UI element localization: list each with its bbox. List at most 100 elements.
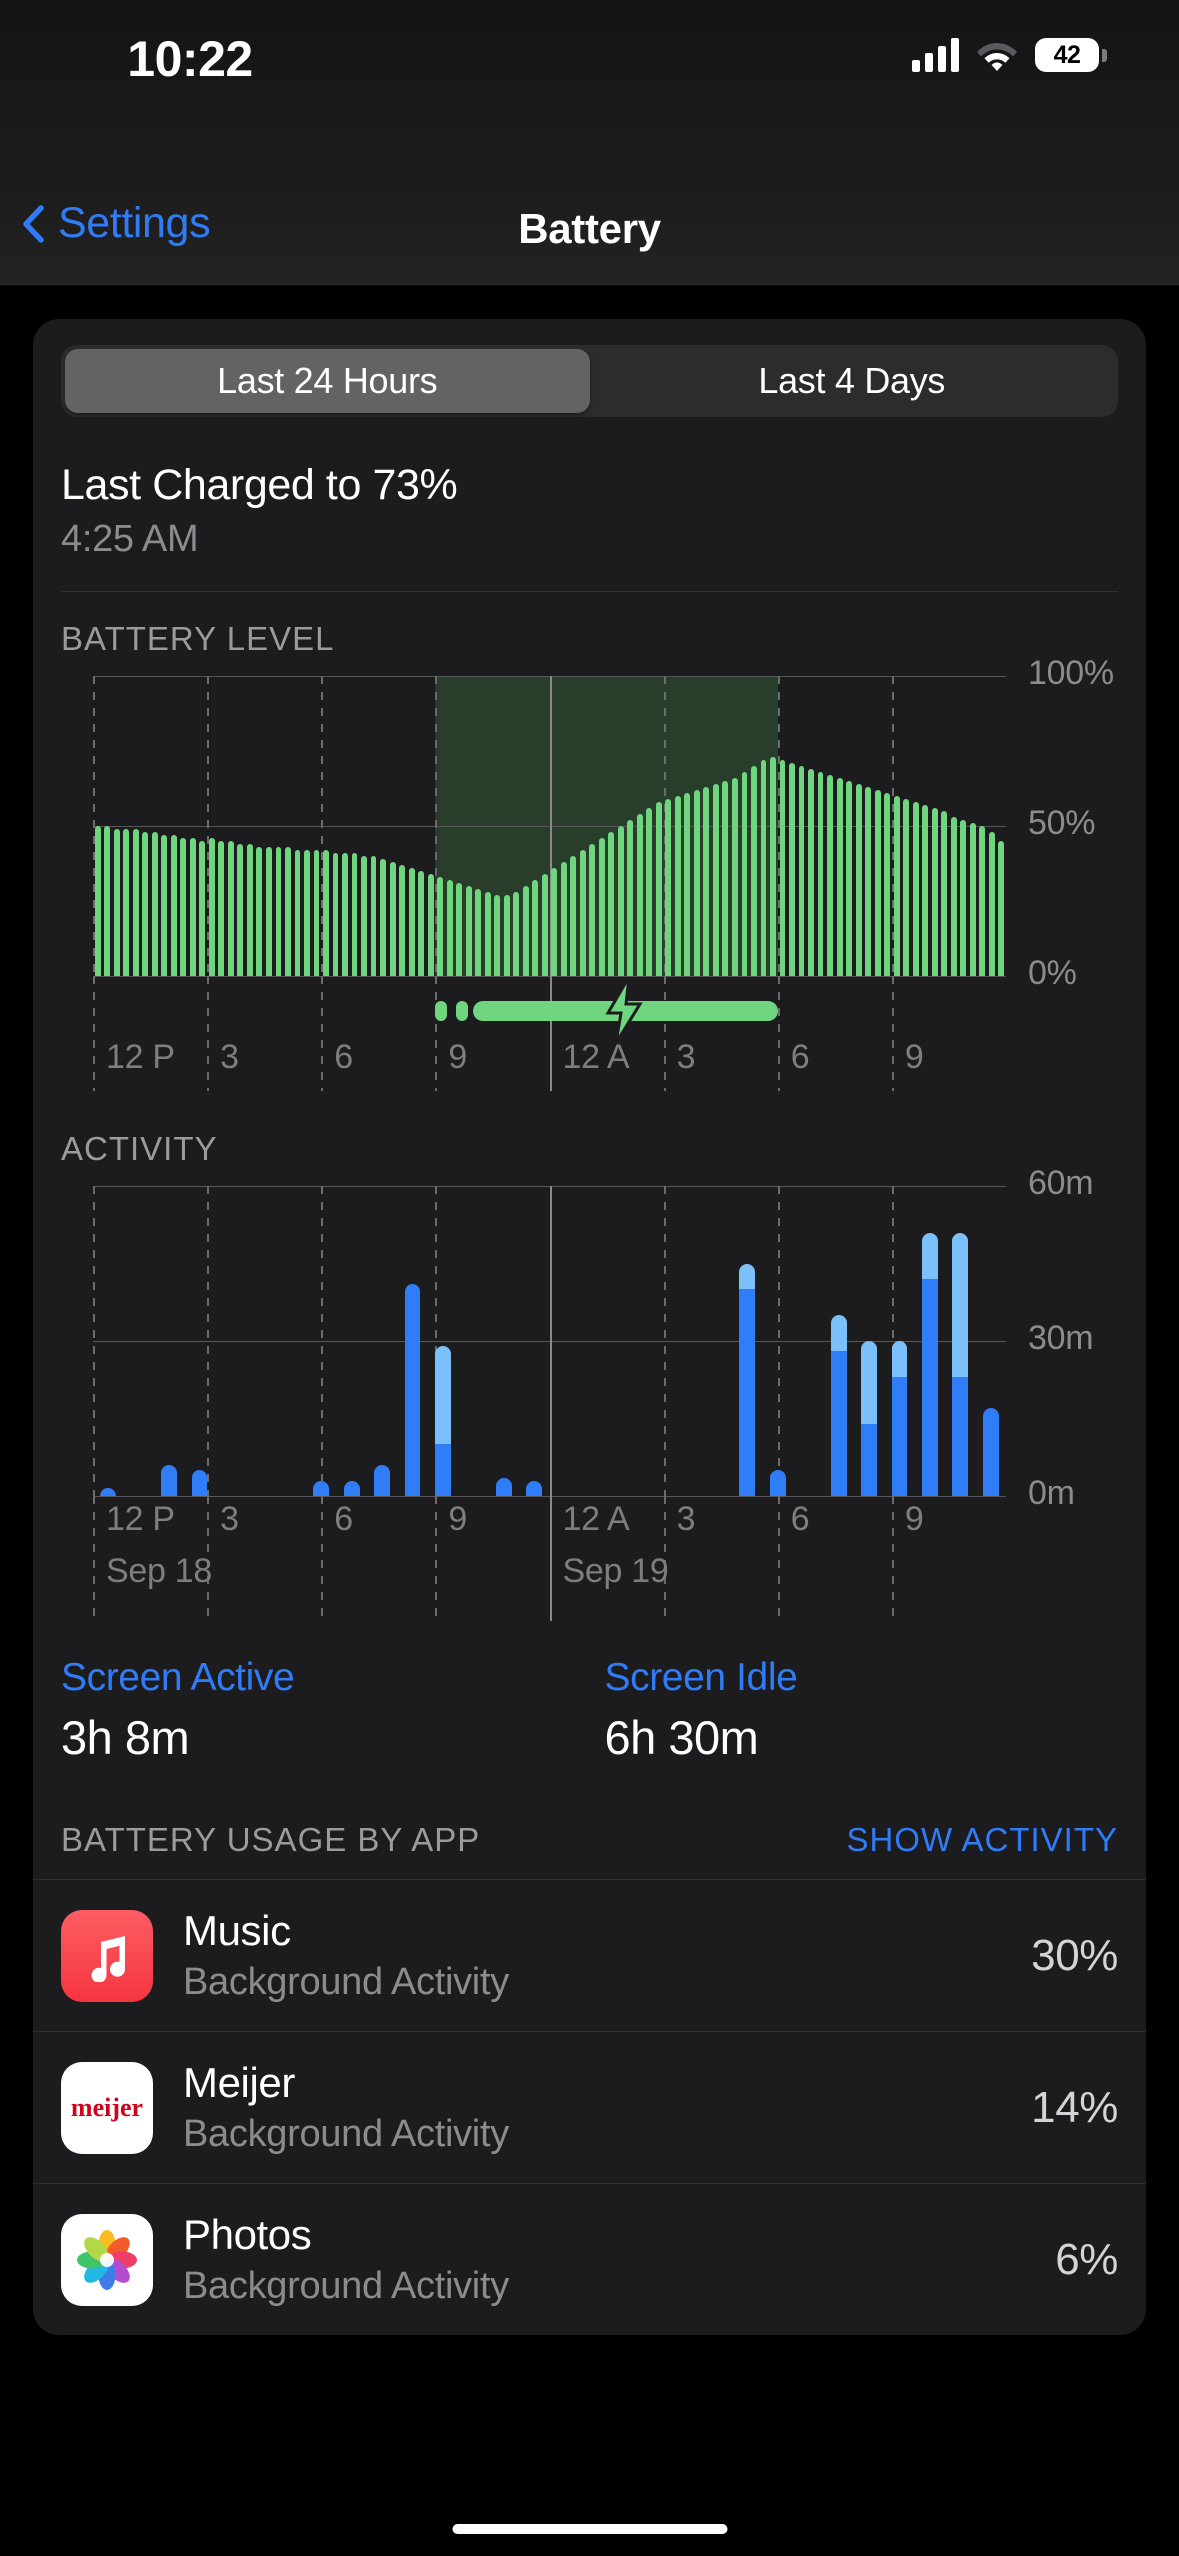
- battery-level-bar: [161, 835, 167, 976]
- battery-level-bar: [589, 844, 595, 976]
- activity-bar-idle: [405, 1284, 421, 1496]
- activity-y-axis-label: 30m: [1028, 1319, 1093, 1358]
- battery-level-bar: [989, 832, 995, 976]
- home-indicator[interactable]: [452, 2524, 727, 2534]
- battery-level-bar: [218, 841, 224, 976]
- battery-level-bar: [903, 799, 909, 976]
- battery-level-bar: [428, 874, 434, 976]
- battery-level-bar: [960, 820, 966, 976]
- activity-x-axis-label: 6: [334, 1500, 353, 1539]
- battery-level-bar: [190, 838, 196, 976]
- app-name: Meijer: [183, 2059, 1031, 2107]
- battery-x-axis-label: 3: [677, 1038, 696, 1077]
- battery-x-axis-label: 3: [220, 1038, 239, 1077]
- battery-level-bar: [856, 784, 862, 976]
- battery-level-bar: [561, 862, 567, 976]
- app-usage-row[interactable]: PhotosBackground Activity6%: [33, 2183, 1146, 2335]
- battery-level-bar: [799, 766, 805, 976]
- app-text-block: MusicBackground Activity: [183, 1907, 1031, 2004]
- app-battery-percent: 30%: [1031, 1931, 1118, 1981]
- battery-usage-title: BATTERY USAGE BY APP: [61, 1821, 480, 1859]
- activity-bar-idle: [100, 1488, 116, 1496]
- battery-icon: 42: [1035, 36, 1107, 74]
- phone-screen: 10:22 42: [0, 0, 1179, 2556]
- activity-section-label: ACTIVITY: [61, 1130, 1146, 1168]
- activity-bar-active: [861, 1341, 877, 1424]
- battery-x-axis-label: 12 P: [106, 1038, 175, 1077]
- app-text-block: PhotosBackground Activity: [183, 2211, 1055, 2308]
- battery-level-bar: [142, 832, 148, 976]
- battery-level-bar: [314, 850, 320, 976]
- navigation-bar: Settings Battery: [0, 175, 1179, 285]
- activity-bar-idle: [313, 1481, 329, 1497]
- gridline-vertical: [778, 1186, 780, 1496]
- battery-level-bar: [637, 814, 643, 976]
- segment-last-24-hours[interactable]: Last 24 Hours: [65, 349, 590, 413]
- page-title: Battery: [0, 205, 1179, 253]
- screen-active-label[interactable]: Screen Active: [61, 1656, 575, 1700]
- battery-level-bar: [913, 802, 919, 976]
- battery-level-bar: [333, 853, 339, 976]
- time-range-segmented-control[interactable]: Last 24 Hours Last 4 Days: [61, 345, 1118, 417]
- screen-active-value: 3h 8m: [61, 1710, 575, 1765]
- activity-x-axis-label: 12 P: [106, 1500, 175, 1539]
- battery-level-bar: [447, 880, 453, 976]
- screen-time-summary: Screen Active 3h 8m Screen Idle 6h 30m: [33, 1656, 1146, 1765]
- gridline-vertical: [435, 976, 437, 1091]
- app-subtitle: Background Activity: [183, 1961, 1031, 2004]
- battery-x-axis-label: 9: [448, 1038, 467, 1077]
- segment-last-4-days[interactable]: Last 4 Days: [590, 349, 1115, 413]
- charging-indicator-segment: [435, 1001, 446, 1021]
- show-activity-button[interactable]: SHOW ACTIVITY: [846, 1821, 1118, 1859]
- battery-level-bar: [751, 766, 757, 976]
- battery-level-bar: [542, 874, 548, 976]
- battery-level-bar: [352, 853, 358, 976]
- battery-level-bar: [494, 895, 500, 976]
- battery-x-axis-label: 12 A: [563, 1038, 630, 1077]
- activity-bar-idle: [952, 1377, 968, 1496]
- battery-level-bar: [608, 832, 614, 976]
- battery-level-bar: [228, 841, 234, 976]
- battery-level-bar: [304, 850, 310, 976]
- battery-level-bar: [951, 817, 957, 976]
- activity-bar-idle: [496, 1478, 512, 1496]
- gridline-vertical: [550, 976, 552, 1091]
- gridline-vertical: [435, 1496, 437, 1621]
- gridline-vertical: [892, 976, 894, 1091]
- cellular-bars-icon: [912, 38, 959, 72]
- activity-bar-active: [739, 1264, 755, 1290]
- app-usage-row[interactable]: meijerMeijerBackground Activity14%: [33, 2031, 1146, 2183]
- battery-level-bar: [694, 790, 700, 976]
- battery-level-bar: [818, 772, 824, 976]
- battery-level-bar: [114, 829, 120, 976]
- battery-level-bar: [466, 886, 472, 976]
- screen-idle-label[interactable]: Screen Idle: [605, 1656, 1119, 1700]
- battery-level-bar: [237, 844, 243, 976]
- battery-level-bar: [761, 760, 767, 976]
- photos-flower-icon: [61, 2214, 153, 2306]
- battery-level-bar: [713, 784, 719, 976]
- screen-active-block: Screen Active 3h 8m: [61, 1656, 575, 1765]
- battery-level-bar: [152, 832, 158, 976]
- battery-usage-app-list: MusicBackground Activity30%meijerMeijerB…: [33, 1879, 1146, 2335]
- battery-level-bar: [409, 868, 415, 976]
- activity-date-label: Sep 18: [106, 1552, 212, 1591]
- app-usage-row[interactable]: MusicBackground Activity30%: [33, 1879, 1146, 2031]
- battery-level-bar: [627, 820, 633, 976]
- activity-bar-idle: [831, 1351, 847, 1496]
- gridline-vertical: [207, 976, 209, 1091]
- battery-level-section-label: BATTERY LEVEL: [61, 620, 1146, 658]
- activity-bar-idle: [861, 1424, 877, 1496]
- battery-level-bar: [827, 775, 833, 976]
- battery-level-bar: [656, 802, 662, 976]
- gridline-vertical: [664, 976, 666, 1091]
- activity-bar-active: [952, 1233, 968, 1378]
- battery-level-bar: [133, 829, 139, 976]
- gridline-vertical: [550, 1496, 552, 1621]
- battery-level-bar: [276, 847, 282, 976]
- screen-idle-block: Screen Idle 6h 30m: [575, 1656, 1119, 1765]
- last-charged-title: Last Charged to 73%: [61, 461, 1146, 510]
- battery-level-bar: [266, 847, 272, 976]
- battery-level-bar: [884, 793, 890, 976]
- gridline-vertical: [321, 1496, 323, 1621]
